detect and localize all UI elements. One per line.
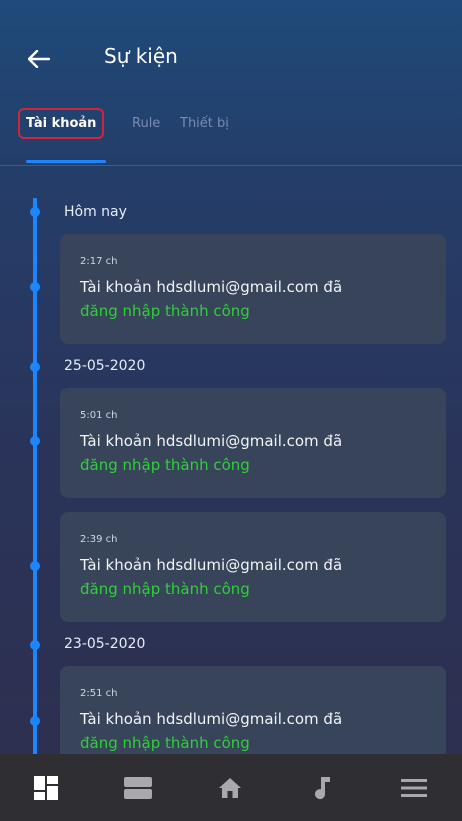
bottom-navigation [0,754,462,821]
page-title: Sự kiện [104,44,178,68]
dashboard-icon [34,775,58,800]
timeline-dot [30,640,40,650]
tab-device[interactable]: Thiết bị [180,116,229,131]
event-text: Tài khoản hdsdlumi@gmail.com đã [80,710,343,728]
date-header: 23-05-2020 [64,636,146,652]
tab-divider [0,165,462,166]
event-card[interactable]: 5:01 ch Tài khoản hdsdlumi@gmail.com đã … [60,388,446,498]
active-tab-indicator [26,160,106,163]
tab-account[interactable]: Tài khoản [18,108,105,139]
event-text: Tài khoản hdsdlumi@gmail.com đã [80,432,343,450]
event-text: Tài khoản hdsdlumi@gmail.com đã [80,556,343,574]
back-button[interactable] [26,46,52,72]
event-text: Tài khoản hdsdlumi@gmail.com đã [80,278,343,296]
date-header: Hôm nay [64,204,127,220]
event-card[interactable]: 2:39 ch Tài khoản hdsdlumi@gmail.com đã … [60,512,446,622]
nav-menu[interactable] [368,754,460,821]
timeline-dot [30,362,40,372]
tab-rule[interactable]: Rule [132,116,160,131]
timeline-dot [30,716,40,726]
nav-home[interactable] [184,754,276,821]
event-status: đăng nhập thành công [80,456,250,474]
event-time: 2:39 ch [80,534,118,545]
home-icon [219,777,241,798]
event-time: 5:01 ch [80,410,118,421]
date-header: 25-05-2020 [64,358,146,374]
music-icon [315,776,330,799]
event-time: 2:51 ch [80,688,118,699]
event-status: đăng nhập thành công [80,580,250,598]
event-time: 2:17 ch [80,256,118,267]
event-status: đăng nhập thành công [80,734,250,752]
nav-devices[interactable] [92,754,184,821]
devices-icon [124,776,152,799]
tab-bar: Tài khoản Rule Thiết bị [0,104,462,164]
event-card[interactable]: 2:17 ch Tài khoản hdsdlumi@gmail.com đã … [60,234,446,344]
app-header: Sự kiện [0,0,462,120]
nav-music[interactable] [276,754,368,821]
timeline-dot [30,282,40,292]
nav-dashboard[interactable] [0,754,92,821]
event-status: đăng nhập thành công [80,302,250,320]
timeline-dot [30,561,40,571]
timeline-dot [30,436,40,446]
menu-icon [401,778,427,797]
timeline-dot [30,207,40,217]
arrow-left-icon [28,50,50,68]
